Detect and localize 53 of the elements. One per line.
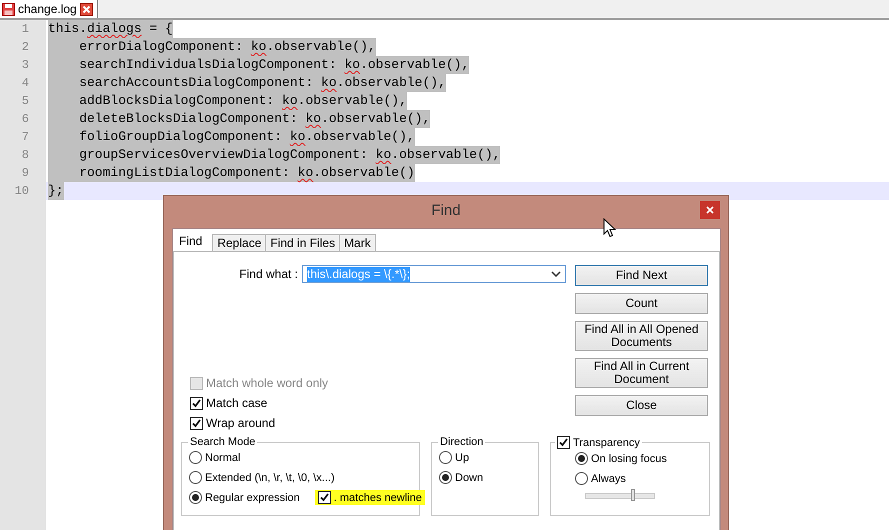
radio-button[interactable] [439, 451, 452, 464]
dialog-tab[interactable]: Find in Files [265, 234, 340, 251]
checkbox-label: Match whole word only [206, 376, 328, 390]
checkbox[interactable] [190, 396, 203, 410]
group-title: Search Mode [189, 436, 256, 448]
line-number: 2 [20, 39, 30, 56]
dialog-button[interactable]: Find All in Current Document [575, 358, 708, 388]
file-tab-title: change.log [18, 2, 77, 16]
line-number: 3 [20, 57, 30, 74]
radio-button[interactable] [439, 471, 452, 484]
checkbox[interactable] [190, 416, 203, 430]
close-icon [706, 206, 714, 214]
radio-button[interactable] [189, 491, 202, 504]
dropdown-caret-icon[interactable] [551, 271, 561, 277]
radio-label: Regular expression [205, 492, 300, 504]
dialog-title: Find [431, 202, 461, 218]
dialog-button[interactable]: Close [575, 395, 708, 416]
line-number: 4 [20, 75, 30, 92]
checkbox[interactable] [318, 491, 331, 504]
dialog-tab[interactable]: Mark [339, 234, 376, 251]
find-what-label: Find what : [239, 267, 298, 281]
line-number: 5 [20, 93, 30, 110]
checkbox[interactable] [557, 436, 570, 449]
slider-thumb[interactable] [630, 489, 635, 501]
close-button[interactable] [700, 201, 720, 219]
dialog-button[interactable]: Find All in All Opened Documents [575, 321, 708, 351]
floppy-icon [2, 2, 15, 16]
line-number: 1 [20, 21, 30, 38]
dialog-tab[interactable]: Replace [212, 234, 266, 251]
radio-label: Normal [205, 452, 240, 464]
checkbox-label: . matches newline [334, 492, 422, 504]
line-number: 6 [20, 111, 30, 128]
radio-button[interactable] [189, 451, 202, 464]
file-tab[interactable]: change.log [0, 0, 98, 18]
line-number: 8 [20, 147, 30, 164]
line-number: 9 [20, 165, 30, 182]
radio-button[interactable] [575, 452, 588, 465]
radio-label: Down [455, 472, 484, 484]
checkbox-label: Match case [206, 396, 268, 410]
checkbox-label: Transparency [573, 436, 640, 448]
group-title: Direction [439, 436, 484, 448]
radio-label: Always [591, 472, 626, 484]
dialog-button[interactable]: Find Next [575, 265, 708, 286]
line-number: 10 [14, 183, 30, 200]
dialog-button[interactable]: Count [575, 293, 708, 314]
radio-label: Extended (\n, \r, \t, \0, \x...) [205, 472, 335, 484]
checkbox-label: Wrap around [206, 416, 276, 430]
radio-label: Up [455, 452, 470, 464]
radio-button[interactable] [189, 471, 202, 484]
radio-button[interactable] [575, 472, 588, 485]
radio-label: On losing focus [591, 452, 667, 464]
close-icon[interactable] [80, 2, 93, 16]
line-number: 7 [20, 129, 30, 146]
